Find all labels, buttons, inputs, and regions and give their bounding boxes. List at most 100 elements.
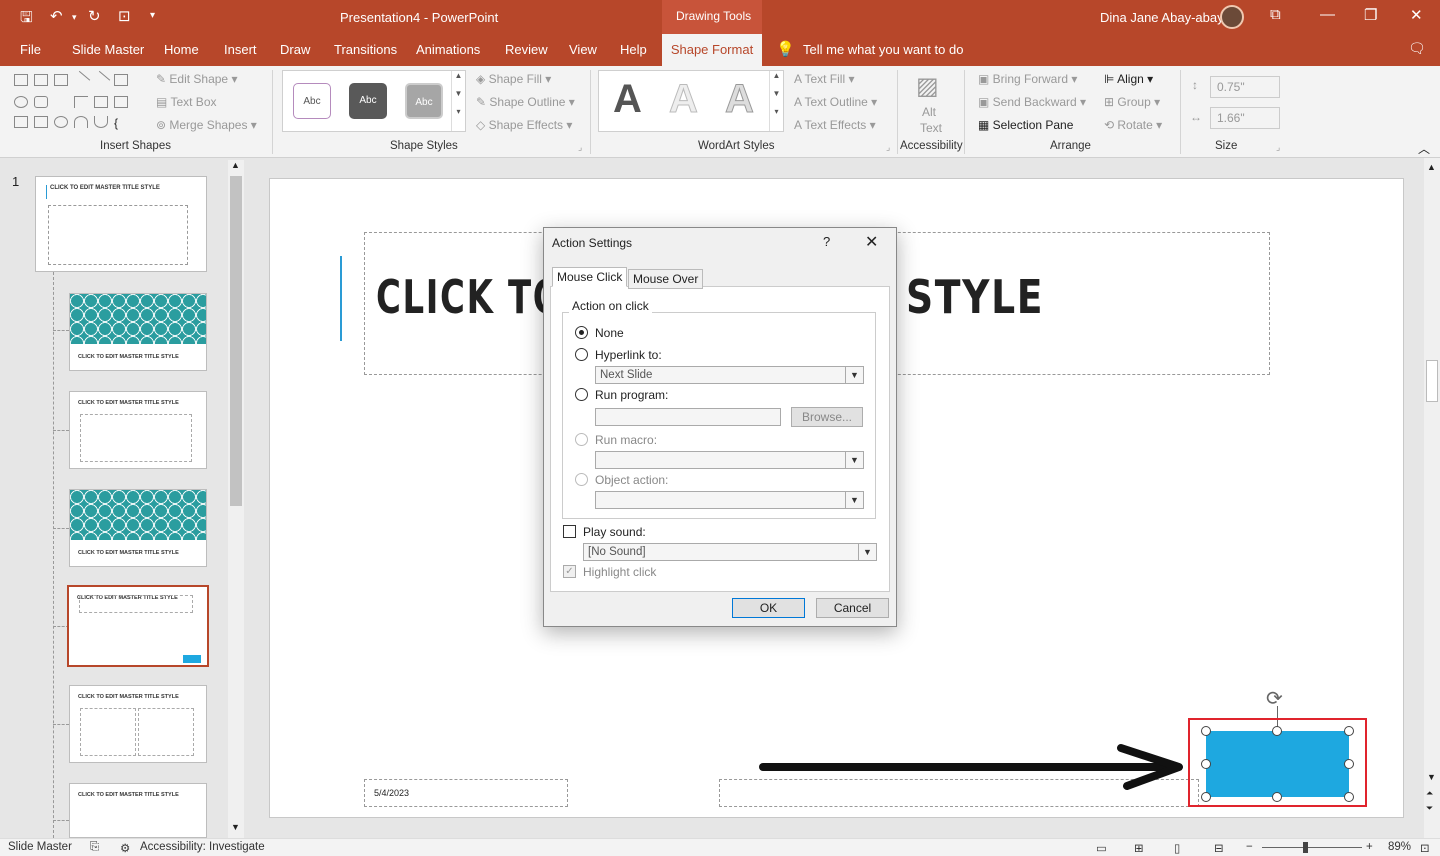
- wordart-gallery-scroll[interactable]: ▲ ▼ ▾: [769, 71, 783, 131]
- radio-run-program[interactable]: [575, 388, 588, 401]
- alt-text-label-2[interactable]: Text: [920, 121, 942, 135]
- slide-sorter-icon[interactable]: ⊞: [1134, 841, 1144, 855]
- zoom-out-icon[interactable]: −: [1246, 841, 1253, 853]
- shape-styles-gallery[interactable]: Abc Abc Abc ▲ ▼ ▾: [282, 70, 466, 132]
- shape-brace-icon[interactable]: {: [114, 116, 128, 130]
- size-launcher-icon[interactable]: ⌟: [1276, 142, 1280, 153]
- wordart-launcher-icon[interactable]: ⌟: [886, 142, 890, 153]
- sound-select[interactable]: [No Sound] ▼: [583, 543, 877, 561]
- customize-toolbar-icon[interactable]: ▾: [150, 10, 155, 21]
- close-icon[interactable]: ✕: [865, 232, 878, 252]
- zoom-level[interactable]: 89%: [1388, 841, 1411, 853]
- cancel-button[interactable]: Cancel: [816, 598, 889, 618]
- style-preset-3[interactable]: Abc: [405, 83, 443, 119]
- text-box-button[interactable]: ▤ Text Box: [156, 95, 217, 109]
- zoom-in-icon[interactable]: +: [1366, 841, 1373, 853]
- shape-textbox-icon[interactable]: [14, 74, 28, 86]
- height-input[interactable]: 0.75": [1210, 76, 1280, 98]
- undo-dropdown-icon[interactable]: ▾: [72, 12, 77, 23]
- resize-handle[interactable]: [1201, 792, 1211, 802]
- style-preset-2[interactable]: Abc: [349, 83, 387, 119]
- shape-flowchart-icon[interactable]: [34, 116, 48, 128]
- group-button[interactable]: ⊞ Group ▾: [1104, 95, 1160, 109]
- layout-thumbnail-6[interactable]: CLICK TO EDIT MASTER TITLE STYLE: [69, 783, 207, 838]
- collapse-ribbon-icon[interactable]: ︿: [1418, 140, 1430, 157]
- shape-fill-button[interactable]: ◈ Shape Fill ▾: [476, 72, 551, 86]
- shape-triangle-icon[interactable]: [54, 96, 68, 108]
- avatar[interactable]: [1220, 5, 1244, 29]
- spelling-icon[interactable]: ⎘: [90, 841, 99, 854]
- resize-handle[interactable]: [1344, 726, 1354, 736]
- alt-text-label-1[interactable]: Alt: [922, 105, 936, 119]
- tab-transitions[interactable]: Transitions: [334, 42, 397, 57]
- rotate-handle-icon[interactable]: ⟳: [1266, 686, 1283, 711]
- object-action-select[interactable]: ▼: [595, 491, 864, 509]
- resize-handle[interactable]: [1344, 792, 1354, 802]
- present-icon[interactable]: ⊡: [118, 7, 131, 25]
- tab-view[interactable]: View: [569, 42, 597, 57]
- resize-handle[interactable]: [1344, 759, 1354, 769]
- tab-home[interactable]: Home: [164, 42, 199, 57]
- tab-file[interactable]: File: [20, 42, 41, 57]
- run-program-input[interactable]: [595, 408, 781, 426]
- user-name[interactable]: Dina Jane Abay-abay: [1100, 10, 1224, 25]
- browse-button[interactable]: Browse...: [791, 407, 863, 427]
- scroll-down-icon[interactable]: ▼: [231, 822, 240, 832]
- tab-review[interactable]: Review: [505, 42, 548, 57]
- help-button[interactable]: ?: [823, 234, 830, 249]
- undo-icon[interactable]: ↶: [50, 7, 63, 25]
- canvas-scrollbar[interactable]: [1424, 158, 1440, 838]
- resize-handle[interactable]: [1272, 726, 1282, 736]
- style-gallery-scroll[interactable]: ▲ ▼ ▾: [451, 71, 465, 131]
- fit-slide-icon[interactable]: ⊡: [1420, 841, 1430, 855]
- minimize-icon[interactable]: —: [1320, 6, 1335, 23]
- shape-rectangle-icon[interactable]: [34, 74, 48, 86]
- radio-object-action[interactable]: [575, 473, 588, 486]
- tab-insert[interactable]: Insert: [224, 42, 257, 57]
- style-preset-1[interactable]: Abc: [293, 83, 331, 119]
- wordart-preset-3[interactable]: A: [725, 77, 755, 122]
- edit-shape-button[interactable]: ✎ Edit Shape ▾: [156, 72, 237, 86]
- scroll-down-icon[interactable]: ▼: [1427, 772, 1436, 782]
- accessibility-icon[interactable]: ⚙: [120, 841, 130, 855]
- shape-styles-launcher-icon[interactable]: ⌟: [578, 142, 582, 153]
- text-outline-button[interactable]: A Text Outline ▾: [794, 95, 877, 109]
- accessibility-status[interactable]: Accessibility: Investigate: [140, 841, 265, 853]
- rotate-button[interactable]: ⟲ Rotate ▾: [1104, 118, 1162, 132]
- send-backward-button[interactable]: ▣ Send Backward ▾: [978, 95, 1086, 109]
- save-icon[interactable]: 🖫: [20, 7, 33, 32]
- layout-thumbnail-3[interactable]: CLICK TO EDIT MASTER TITLE STYLE: [69, 489, 207, 567]
- shape-line-icon[interactable]: [71, 70, 91, 90]
- prev-slide-icon[interactable]: ⏶: [1426, 788, 1433, 799]
- thumbnails-scroll-thumb[interactable]: [230, 176, 242, 506]
- layout-thumbnail-5[interactable]: CLICK TO EDIT MASTER TITLE STYLE: [69, 685, 207, 763]
- shape-textbox-icon[interactable]: [54, 74, 68, 86]
- shape-outline-button[interactable]: ✎ Shape Outline ▾: [476, 95, 575, 109]
- bring-forward-button[interactable]: ▣ Bring Forward ▾: [978, 72, 1077, 86]
- layout-thumbnail-selected[interactable]: CLICK TO EDIT MASTER TITLE STYLE: [67, 585, 209, 667]
- selection-pane-button[interactable]: ▦ Selection Pane: [978, 118, 1073, 132]
- tab-animations[interactable]: Animations: [416, 42, 480, 57]
- shape-arrow-icon[interactable]: [114, 96, 128, 108]
- layout-thumbnail-2[interactable]: CLICK TO EDIT MASTER TITLE STYLE: [69, 391, 207, 469]
- radio-hyperlink[interactable]: [575, 348, 588, 361]
- macro-select[interactable]: ▼: [595, 451, 864, 469]
- normal-view-icon[interactable]: ▭: [1096, 841, 1107, 855]
- canvas-scroll-thumb[interactable]: [1426, 360, 1438, 402]
- tab-slide-master[interactable]: Slide Master: [72, 42, 144, 57]
- scroll-up-icon[interactable]: ▲: [1427, 162, 1436, 172]
- tell-me-search[interactable]: Tell me what you want to do: [803, 42, 963, 57]
- shape-rectangle-icon[interactable]: [114, 74, 128, 86]
- shape-arrow-down-icon[interactable]: [14, 116, 28, 128]
- zoom-slider[interactable]: [1262, 847, 1362, 848]
- tab-help[interactable]: Help: [620, 42, 647, 57]
- text-fill-button[interactable]: A Text Fill ▾: [794, 72, 855, 86]
- resize-handle[interactable]: [1201, 759, 1211, 769]
- shapes-gallery[interactable]: {: [8, 70, 136, 132]
- scroll-up-icon[interactable]: ▲: [231, 160, 240, 170]
- radio-none[interactable]: [575, 326, 588, 339]
- wordart-preset-2[interactable]: A: [669, 77, 699, 122]
- master-thumbnail[interactable]: CLICK TO EDIT MASTER TITLE STYLE: [35, 176, 207, 272]
- slideshow-icon[interactable]: ⊟: [1214, 841, 1224, 855]
- wordart-gallery[interactable]: A A A ▲ ▼ ▾: [598, 70, 784, 132]
